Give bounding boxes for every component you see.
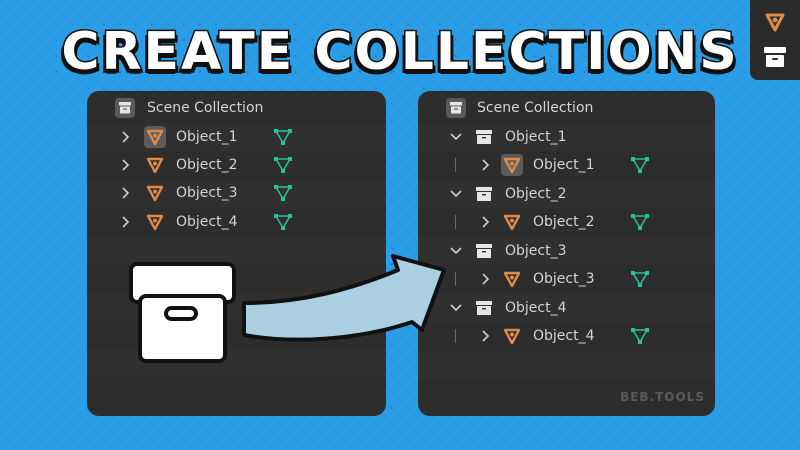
collection-box-icon	[476, 187, 492, 201]
outliner-panel-before: Scene Collection Object_1 Object_2 Objec…	[87, 91, 386, 416]
outliner-label: Object_2	[176, 157, 238, 173]
brand-badge	[750, 0, 800, 80]
chevron-right-icon[interactable]	[481, 216, 491, 228]
outliner-row-collection[interactable]: Object_4	[418, 294, 715, 322]
outliner-row-object[interactable]: Object_2	[418, 208, 715, 236]
outliner-label: Object_1	[533, 157, 595, 173]
object-icon	[765, 13, 785, 32]
collection-box-icon	[115, 98, 135, 118]
object-icon	[503, 214, 521, 231]
outliner-row-object[interactable]: Object_1	[87, 123, 386, 151]
outliner-row-collection[interactable]: Object_2	[418, 180, 715, 208]
object-icon	[503, 328, 521, 345]
object-icon	[503, 271, 521, 288]
outliner-row-object[interactable]: Object_3	[418, 265, 715, 293]
outliner-label: Object_2	[505, 186, 567, 202]
mesh-data-icon[interactable]	[630, 327, 650, 345]
mesh-data-icon[interactable]	[273, 213, 293, 231]
object-icon	[146, 157, 164, 174]
outliner-row-scene-collection[interactable]: Scene Collection	[87, 94, 386, 122]
outliner-label: Object_1	[505, 129, 567, 145]
mesh-data-icon[interactable]	[630, 270, 650, 288]
outliner-row-scene-collection[interactable]: Scene Collection	[418, 94, 715, 122]
chevron-down-icon[interactable]	[450, 132, 462, 142]
outliner-row-object[interactable]: Object_4	[418, 322, 715, 350]
object-icon	[501, 154, 523, 176]
outliner-label: Object_1	[176, 129, 238, 145]
outliner-row-object[interactable]: Object_2	[87, 151, 386, 179]
mesh-data-icon[interactable]	[273, 184, 293, 202]
page-title: CREATE COLLECTIONS	[60, 21, 739, 84]
mesh-data-icon[interactable]	[273, 128, 293, 146]
chevron-down-icon[interactable]	[450, 189, 462, 199]
chevron-right-icon[interactable]	[121, 131, 131, 143]
chevron-right-icon[interactable]	[481, 159, 491, 171]
object-icon	[146, 214, 164, 231]
outliner-row-collection[interactable]: Object_1	[418, 123, 715, 151]
outliner-label: Object_3	[533, 271, 595, 287]
outliner-panel-after: Scene Collection Object_1 Object_1 Objec…	[418, 91, 715, 416]
outliner-label: Object_4	[176, 214, 238, 230]
collection-box-icon	[476, 244, 492, 258]
chevron-down-icon[interactable]	[450, 246, 462, 256]
chevron-down-icon[interactable]	[450, 303, 462, 313]
mesh-data-icon[interactable]	[273, 156, 293, 174]
chevron-right-icon[interactable]	[481, 273, 491, 285]
outliner-row-object[interactable]: Object_3	[87, 179, 386, 207]
outliner-label: Object_4	[533, 328, 595, 344]
mesh-data-icon[interactable]	[630, 213, 650, 231]
watermark: BEB.TOOLS	[620, 390, 705, 404]
outliner-label: Scene Collection	[147, 100, 264, 116]
outliner-row-object[interactable]: Object_4	[87, 208, 386, 236]
outliner-label: Object_2	[533, 214, 595, 230]
collection-box-icon	[476, 301, 492, 315]
chevron-right-icon[interactable]	[481, 330, 491, 342]
collection-box-icon	[764, 47, 786, 67]
chevron-right-icon[interactable]	[121, 159, 131, 171]
chevron-right-icon[interactable]	[121, 216, 131, 228]
chevron-right-icon[interactable]	[121, 187, 131, 199]
outliner-label: Object_4	[505, 300, 567, 316]
outliner-row-collection[interactable]: Object_3	[418, 237, 715, 265]
mesh-data-icon[interactable]	[630, 156, 650, 174]
collection-box-icon	[446, 98, 466, 118]
object-icon	[144, 126, 166, 148]
outliner-label: Scene Collection	[477, 100, 594, 116]
object-icon	[146, 185, 164, 202]
outliner-row-object[interactable]: Object_1	[418, 151, 715, 179]
outliner-label: Object_3	[176, 185, 238, 201]
collection-box-icon	[476, 130, 492, 144]
outliner-label: Object_3	[505, 243, 567, 259]
